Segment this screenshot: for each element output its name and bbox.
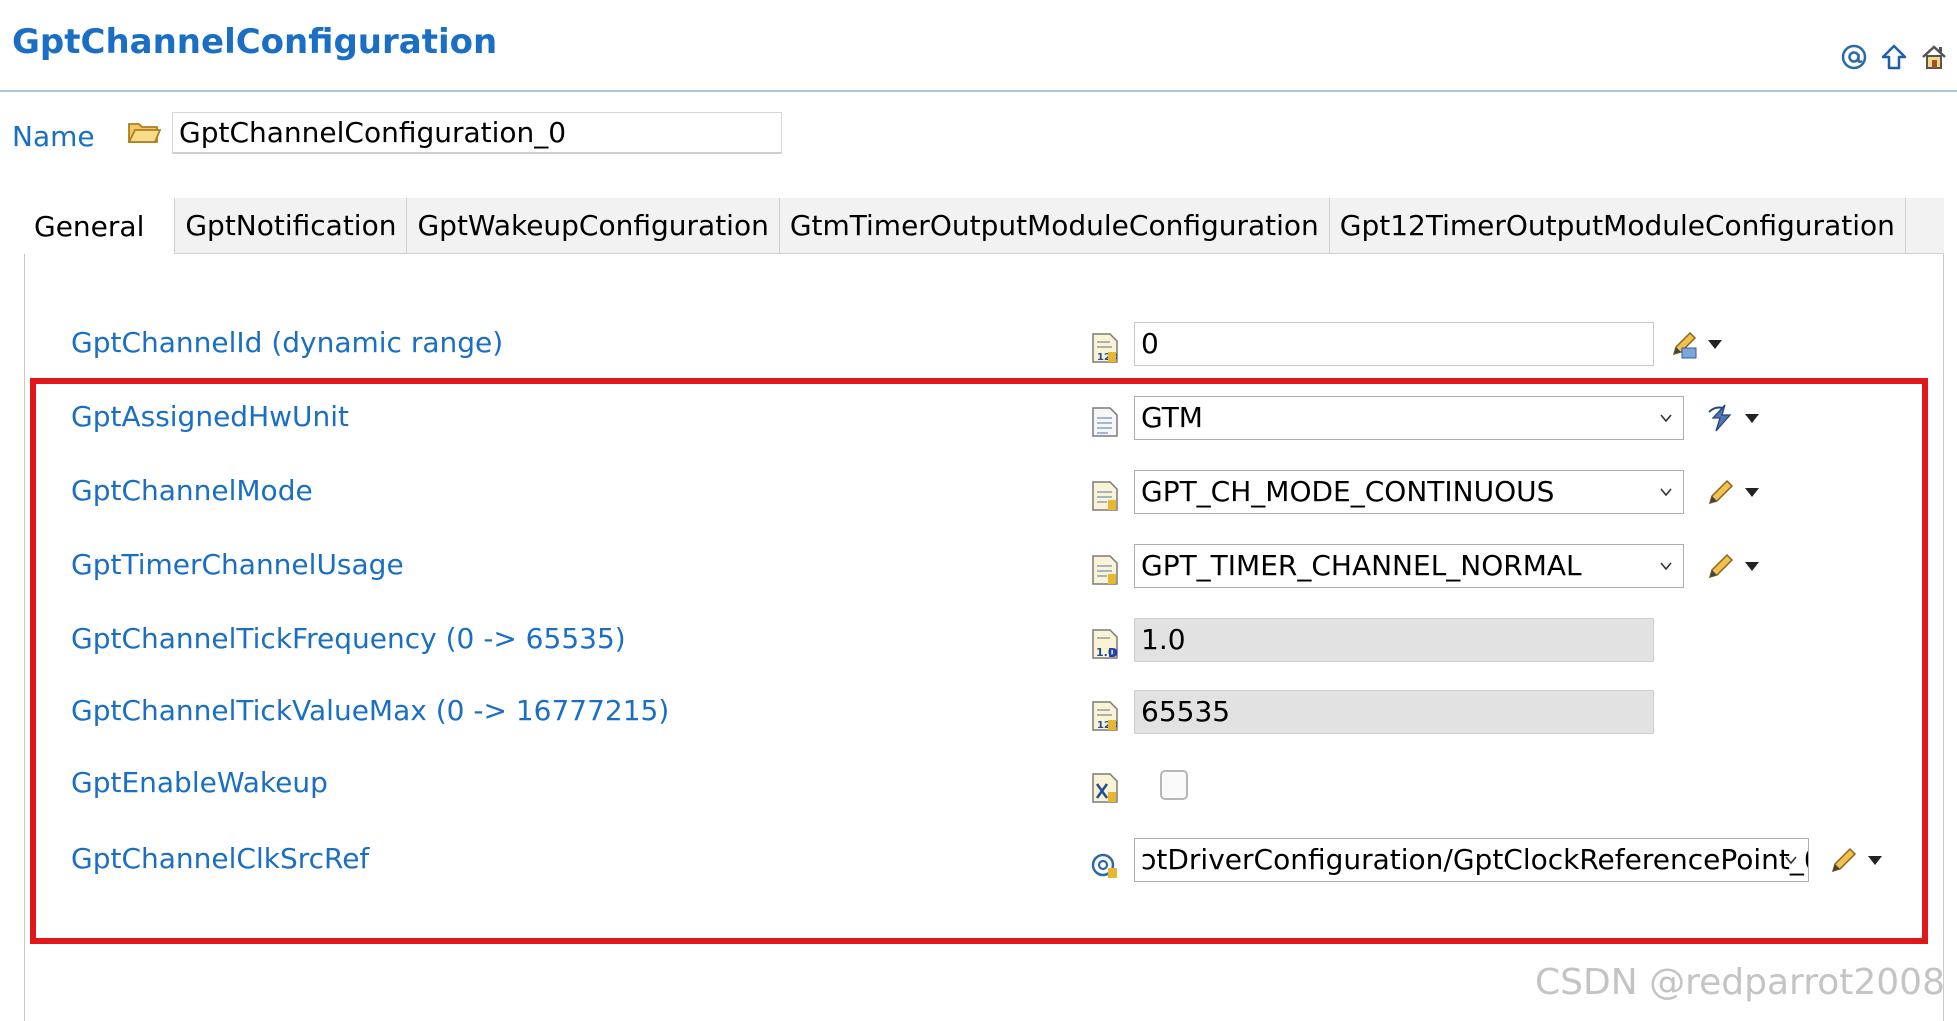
edit-pencil-icon[interactable] — [1828, 844, 1860, 876]
tick-frequency-input: 1.0 — [1134, 618, 1654, 662]
param-label: GptEnableWakeup — [71, 766, 328, 799]
home-icon[interactable] — [1919, 42, 1949, 72]
reference-param-icon — [1090, 848, 1120, 880]
param-label: GptChannelTickValueMax (0 -> 16777215) — [71, 694, 670, 727]
clk-src-ref-select[interactable]: ɔtDriverConfiguration/GptClockReferenceP… — [1134, 838, 1809, 882]
param-row-channel-mode: GptChannelMode GPT_CH_MODE_CONTINUOUS — [0, 470, 1957, 518]
integer-param-icon: 123 — [1090, 332, 1120, 364]
param-label: GptChannelMode — [71, 474, 313, 507]
svg-text:D: D — [1108, 646, 1118, 660]
param-label: GptTimerChannelUsage — [71, 548, 404, 581]
assigned-hw-unit-select[interactable]: GTM — [1134, 396, 1684, 440]
tab-gtm-timer-output-module-configuration[interactable]: GtmTimerOutputModuleConfiguration — [779, 198, 1330, 254]
edit-pencil-icon[interactable] — [1705, 476, 1737, 508]
param-row-timer-channel-usage: GptTimerChannelUsage GPT_TIMER_CHANNEL_N… — [0, 544, 1957, 592]
editor-header: GptChannelConfiguration — [0, 0, 1957, 92]
param-row-channel-id: GptChannelId (dynamic range) 123 0 — [0, 322, 1957, 370]
up-arrow-icon[interactable] — [1879, 42, 1909, 72]
name-input[interactable]: GptChannelConfiguration_0 — [172, 112, 782, 154]
enum-param-icon — [1090, 554, 1120, 586]
edit-pencil-icon[interactable] — [1668, 328, 1700, 360]
param-label: GptChannelTickFrequency (0 -> 65535) — [71, 622, 626, 655]
param-row-tick-frequency: GptChannelTickFrequency (0 -> 65535) 1.0… — [0, 618, 1957, 666]
param-row-clk-src-ref: GptChannelClkSrcRef ɔtDriverConfiguratio… — [0, 838, 1957, 886]
param-label: GptChannelId (dynamic range) — [71, 326, 504, 359]
param-label: GptAssignedHwUnit — [71, 400, 350, 433]
at-icon[interactable] — [1839, 42, 1869, 72]
chevron-down-icon — [1660, 414, 1672, 423]
param-label: GptChannelClkSrcRef — [71, 842, 370, 875]
boolean-param-icon — [1090, 772, 1120, 804]
timer-channel-usage-select[interactable]: GPT_TIMER_CHANNEL_NORMAL — [1134, 544, 1684, 588]
enum-param-icon — [1090, 406, 1120, 438]
tab-gpt-notification[interactable]: GptNotification — [175, 198, 408, 254]
enum-param-icon — [1090, 480, 1120, 512]
page-title: GptChannelConfiguration — [12, 22, 498, 62]
select-value: GTM — [1141, 401, 1203, 434]
chevron-down-icon — [1660, 562, 1672, 571]
chevron-down-icon[interactable] — [1745, 488, 1759, 497]
enable-wakeup-checkbox[interactable] — [1160, 770, 1188, 800]
tab-bar: General GptNotification GptWakeupConfigu… — [24, 198, 1906, 254]
select-value: ɔtDriverConfiguration/GptClockReferenceP… — [1141, 843, 1809, 876]
channel-mode-select[interactable]: GPT_CH_MODE_CONTINUOUS — [1134, 470, 1684, 514]
select-value: GPT_TIMER_CHANNEL_NORMAL — [1141, 549, 1582, 582]
tick-value-max-input: 65535 — [1134, 690, 1654, 734]
chevron-down-icon[interactable] — [1745, 414, 1759, 423]
calculated-value-icon[interactable] — [1705, 402, 1737, 434]
tab-gpt12-timer-output-module-configuration[interactable]: Gpt12TimerOutputModuleConfiguration — [1329, 198, 1906, 254]
watermark: CSDN @redparrot2008 — [1535, 962, 1945, 1003]
select-value: GPT_CH_MODE_CONTINUOUS — [1141, 475, 1555, 508]
chevron-down-icon — [1660, 488, 1672, 497]
param-row-tick-value-max: GptChannelTickValueMax (0 -> 16777215) 1… — [0, 690, 1957, 738]
chevron-down-icon[interactable] — [1745, 562, 1759, 571]
chevron-down-icon — [1785, 856, 1797, 865]
param-row-assigned-hw-unit: GptAssignedHwUnit GTM — [0, 396, 1957, 444]
folder-icon — [127, 118, 162, 144]
channel-id-input[interactable]: 0 — [1134, 322, 1654, 366]
name-label: Name — [12, 120, 95, 153]
tab-general[interactable]: General — [24, 198, 176, 254]
param-row-enable-wakeup: GptEnableWakeup — [0, 762, 1957, 810]
integer-param-icon: 123 — [1090, 700, 1120, 732]
header-toolbar — [1839, 42, 1949, 72]
edit-pencil-icon[interactable] — [1705, 550, 1737, 582]
tab-gpt-wakeup-configuration[interactable]: GptWakeupConfiguration — [407, 198, 780, 254]
float-param-icon: 1.0 D — [1090, 628, 1120, 660]
chevron-down-icon[interactable] — [1708, 340, 1722, 349]
chevron-down-icon[interactable] — [1868, 856, 1882, 865]
